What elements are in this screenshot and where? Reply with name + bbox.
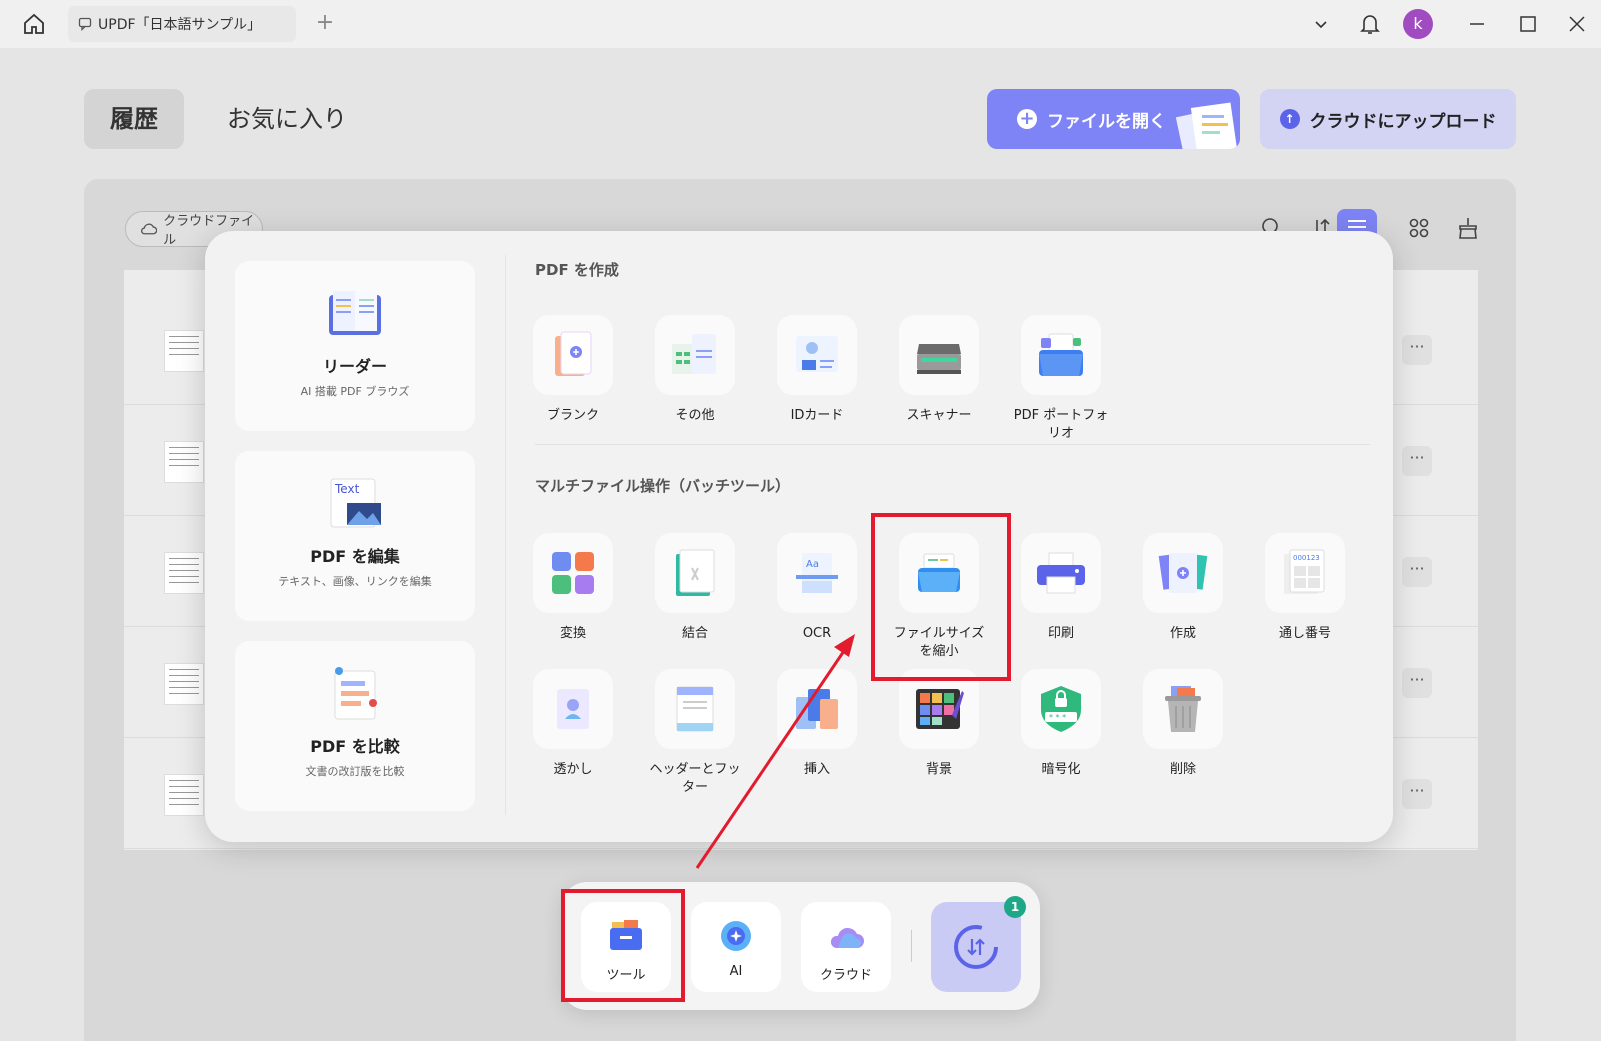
- dock-cloud-label: クラウド: [819, 968, 872, 983]
- dock-ai-label: AI: [729, 964, 743, 979]
- highlight-box-tools: [561, 889, 685, 1002]
- cloud-icon: [830, 927, 864, 948]
- notification-badge: 1: [1004, 896, 1026, 918]
- dock-cloud-button[interactable]: クラウド: [801, 902, 891, 992]
- ai-orb-icon: [721, 921, 751, 951]
- dock-divider: [911, 930, 912, 962]
- dock-ai-button[interactable]: AI: [691, 902, 781, 992]
- convert-cycle-icon: [954, 925, 998, 969]
- dock-convert-button[interactable]: 1: [931, 896, 1026, 992]
